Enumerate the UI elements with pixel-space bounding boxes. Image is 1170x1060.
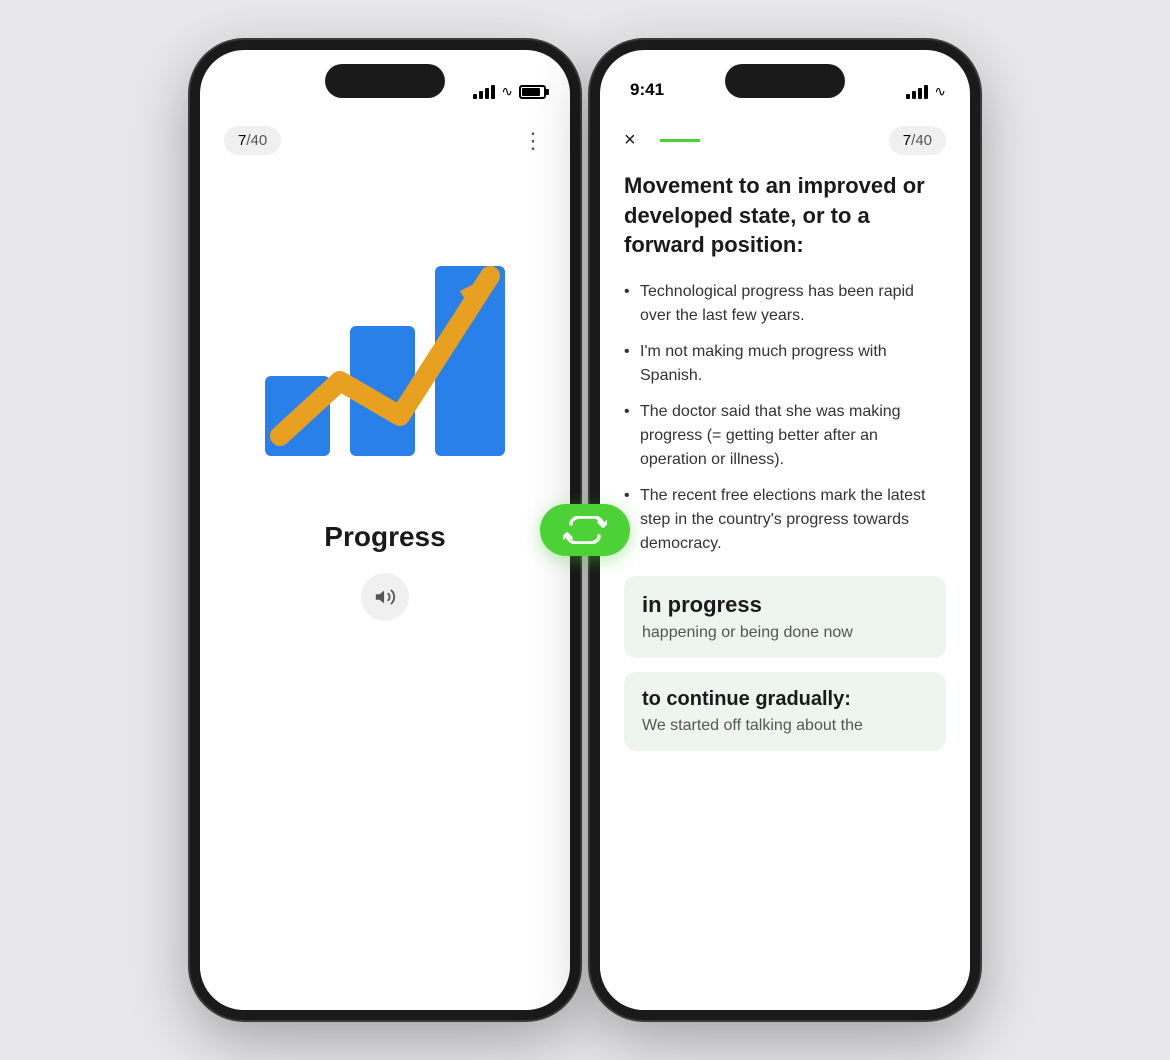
right-signal-bar-3 <box>918 88 922 99</box>
right-signal-icon <box>906 85 928 99</box>
right-status-icons: ∿ <box>906 83 946 100</box>
right-dynamic-island <box>725 64 845 98</box>
battery-icon <box>519 85 546 99</box>
phrase-title-1: in progress <box>642 592 928 618</box>
continue-desc: We started off talking about the <box>642 717 928 735</box>
right-phone: 9:41 ∿ × 7/40 <box>590 40 980 1020</box>
continue-card: to continue gradually: We started off ta… <box>624 672 946 751</box>
progress-chart-svg <box>250 226 520 476</box>
examples-list: Technological progress has been rapid ov… <box>624 280 946 556</box>
card-area: Progress <box>200 171 570 641</box>
left-progress-total: 40 <box>251 132 268 149</box>
close-button[interactable]: × <box>624 129 636 152</box>
signal-icon <box>473 85 495 99</box>
battery-fill <box>522 88 540 96</box>
right-phone-screen: × 7/40 Movement to an improved or develo… <box>600 110 970 1010</box>
example-1: Technological progress has been rapid ov… <box>624 280 946 328</box>
flip-btn-wrapper <box>540 504 630 556</box>
right-wifi-icon: ∿ <box>934 83 946 100</box>
left-phone: ∿ 7/40 ⋮ <box>190 40 580 1020</box>
right-signal-bar-1 <box>906 94 910 99</box>
phrase-card-1: in progress happening or being done now <box>624 576 946 658</box>
tab-indicator <box>660 139 700 142</box>
definition-content: Movement to an improved or developed sta… <box>600 171 970 765</box>
example-2: I'm not making much progress with Spanis… <box>624 340 946 388</box>
left-phone-screen: 7/40 ⋮ <box>200 110 570 1010</box>
left-progress-badge: 7/40 <box>224 126 281 155</box>
signal-bar-3 <box>485 88 489 99</box>
right-progress-total: 40 <box>915 132 932 149</box>
flip-icon <box>563 516 607 544</box>
phrase-desc-1: happening or being done now <box>642 624 928 642</box>
right-signal-bar-4 <box>924 85 928 99</box>
word-illustration <box>245 211 525 491</box>
signal-bar-4 <box>491 85 495 99</box>
continue-title: to continue gradually: <box>642 688 928 711</box>
right-progress-badge: 7/40 <box>889 126 946 155</box>
word-label: Progress <box>324 521 445 553</box>
right-progress-current: 7 <box>903 132 911 149</box>
right-nav: × 7/40 <box>600 110 970 171</box>
phones-container: ∿ 7/40 ⋮ <box>0 0 1170 1060</box>
right-time: 9:41 <box>630 80 664 100</box>
signal-bar-1 <box>473 94 477 99</box>
left-nav: 7/40 ⋮ <box>200 110 570 171</box>
audio-button[interactable] <box>361 573 409 621</box>
right-signal-bar-2 <box>912 91 916 99</box>
main-definition: Movement to an improved or developed sta… <box>624 171 946 260</box>
example-3: The doctor said that she was making prog… <box>624 400 946 472</box>
wifi-icon: ∿ <box>501 83 513 100</box>
left-dynamic-island <box>325 64 445 98</box>
menu-button[interactable]: ⋮ <box>522 128 546 154</box>
speaker-icon <box>374 586 396 608</box>
flip-button[interactable] <box>540 504 630 556</box>
signal-bar-2 <box>479 91 483 99</box>
left-status-icons: ∿ <box>473 83 546 100</box>
example-4: The recent free elections mark the lates… <box>624 484 946 556</box>
